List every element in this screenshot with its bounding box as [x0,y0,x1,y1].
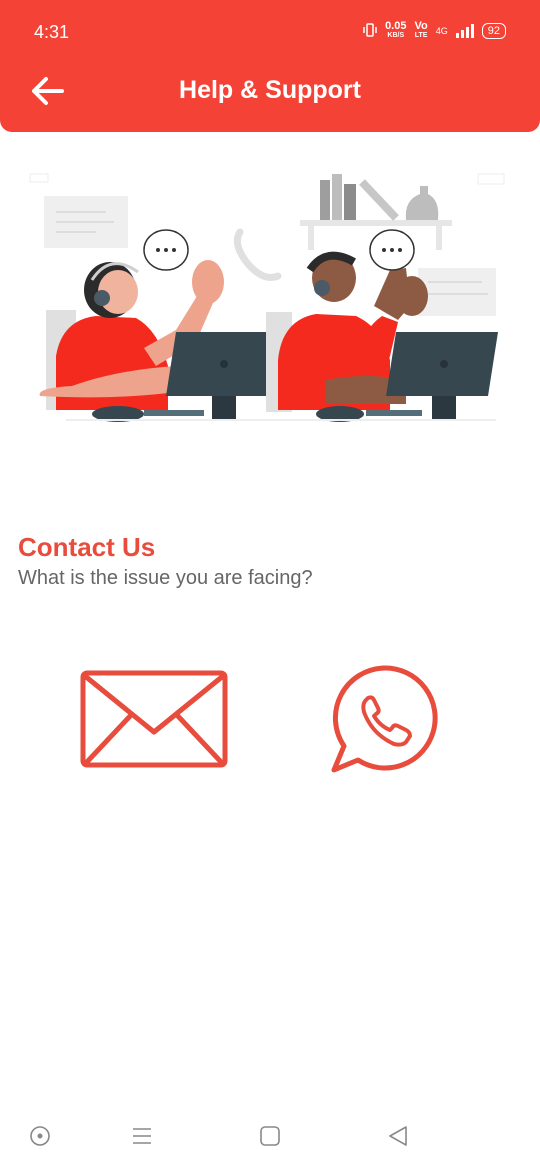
record-icon [30,1126,50,1146]
speed-value: 0.05 [385,20,407,32]
nav-record-button[interactable] [28,1124,52,1148]
volte-bottom: LTE [414,32,428,39]
mail-icon [80,670,228,768]
volte-indicator: Vo LTE [414,20,428,40]
app-header: 4:31 0.05 KB/S Vo LTE 4G 92 Help & Suppo… [0,0,540,132]
nav-menu-button[interactable] [130,1124,154,1148]
menu-icon [133,1128,151,1144]
nav-back-button[interactable] [386,1124,410,1148]
whatsapp-icon [331,665,438,773]
network-speed: 0.05 KB/S [385,20,407,40]
system-nav-bar [0,1110,540,1170]
support-illustration [29,173,505,422]
volte-top: Vo [414,20,428,32]
contact-title: Contact Us [18,532,156,562]
contact-subtitle: What is the issue you are facing? [18,567,313,589]
status-icons: 0.05 KB/S Vo LTE 4G 92 [363,20,506,40]
back-triangle-icon [389,1126,407,1146]
status-bar: 4:31 0.05 KB/S Vo LTE 4G 92 [0,0,540,64]
home-square-icon [260,1126,280,1146]
email-button[interactable] [80,668,228,770]
battery-indicator: 92 [481,23,506,39]
signal-icon [455,24,474,38]
nav-home-button[interactable] [258,1124,282,1148]
network-type: 4G [435,26,448,36]
battery-level: 92 [487,25,500,37]
status-time: 4:31 [34,22,70,42]
whatsapp-button[interactable] [328,664,442,774]
page-title: Help & Support [179,76,361,104]
speed-unit: KB/S [387,32,405,39]
vibrate-icon [363,22,377,40]
